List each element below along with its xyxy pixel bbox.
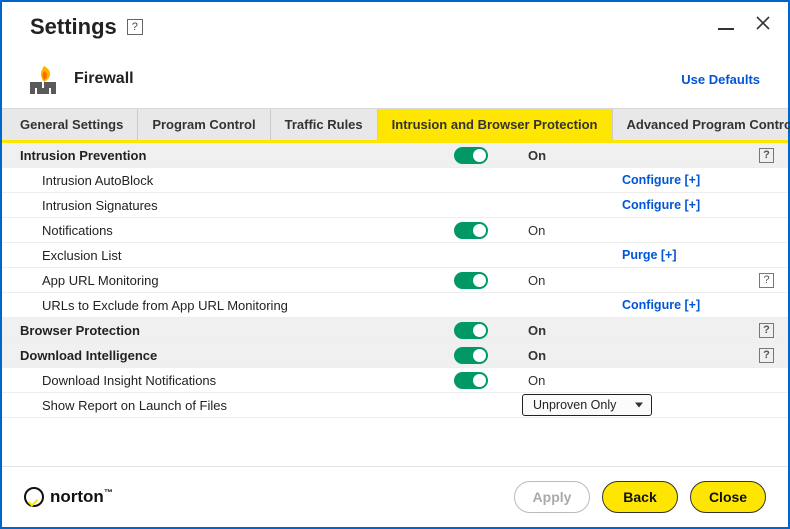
apply-button[interactable]: Apply — [514, 481, 590, 513]
close-button[interactable]: Close — [690, 481, 766, 513]
help-icon[interactable]: ? — [759, 273, 774, 288]
configure-link-signatures[interactable]: Configure [+] — [622, 198, 752, 212]
section-header: Firewall Use Defaults — [2, 46, 788, 108]
row-label: Intrusion Signatures — [2, 194, 442, 217]
help-icon[interactable]: ? — [759, 323, 774, 338]
settings-rows: Intrusion Prevention On ? Intrusion Auto… — [2, 143, 788, 466]
trademark-icon: ™ — [104, 487, 113, 497]
section-title: Firewall — [74, 70, 134, 88]
tab-general-settings[interactable]: General Settings — [2, 109, 138, 140]
row-label: Intrusion Prevention — [2, 144, 442, 167]
download-insight-notifications-toggle[interactable] — [454, 372, 488, 389]
toggle-state: On — [522, 148, 622, 163]
browser-protection-toggle[interactable] — [454, 322, 488, 339]
tab-traffic-rules[interactable]: Traffic Rules — [271, 109, 378, 140]
help-icon[interactable]: ? — [759, 148, 774, 163]
settings-window: Settings ? Firewall Use Defaults General… — [0, 0, 790, 529]
toggle-state: On — [522, 373, 622, 388]
title-help-icon[interactable]: ? — [127, 19, 143, 35]
show-report-dropdown[interactable]: Unproven Only — [522, 394, 652, 416]
row-browser-protection: Browser Protection On ? — [2, 318, 788, 343]
row-label: App URL Monitoring — [2, 269, 442, 292]
close-window-button[interactable] — [756, 16, 770, 35]
titlebar: Settings ? — [2, 2, 788, 46]
row-intrusion-signatures: Intrusion Signatures Configure [+] — [2, 193, 788, 218]
configure-link-autoblock[interactable]: Configure [+] — [622, 173, 752, 187]
row-show-report: Show Report on Launch of Files Unproven … — [2, 393, 788, 418]
configure-link-urls-exclude[interactable]: Configure [+] — [622, 298, 752, 312]
row-intrusion-prevention: Intrusion Prevention On ? — [2, 143, 788, 168]
row-label: Browser Protection — [2, 319, 442, 342]
app-url-monitoring-toggle[interactable] — [454, 272, 488, 289]
brand-logo: norton™ — [24, 487, 113, 507]
row-label: Download Intelligence — [2, 344, 442, 367]
dropdown-value: Unproven Only — [533, 398, 616, 412]
row-urls-exclude: URLs to Exclude from App URL Monitoring … — [2, 293, 788, 318]
toggle-state: On — [522, 273, 622, 288]
row-intrusion-autoblock: Intrusion AutoBlock Configure [+] — [2, 168, 788, 193]
tab-intrusion-browser-protection[interactable]: Intrusion and Browser Protection — [378, 109, 613, 140]
row-download-insight-notifications: Download Insight Notifications On — [2, 368, 788, 393]
row-label: Exclusion List — [2, 244, 442, 267]
row-download-intelligence: Download Intelligence On ? — [2, 343, 788, 368]
row-label: Intrusion AutoBlock — [2, 169, 442, 192]
toggle-state: On — [522, 348, 622, 363]
row-label: URLs to Exclude from App URL Monitoring — [2, 294, 442, 317]
tab-bar: General Settings Program Control Traffic… — [2, 108, 788, 143]
firewall-icon — [30, 64, 64, 94]
row-exclusion-list: Exclusion List Purge [+] — [2, 243, 788, 268]
footer-buttons: Apply Back Close — [514, 481, 766, 513]
toggle-state: On — [522, 323, 622, 338]
row-label: Notifications — [2, 219, 442, 242]
row-notifications: Notifications On — [2, 218, 788, 243]
tab-program-control[interactable]: Program Control — [138, 109, 270, 140]
help-icon[interactable]: ? — [759, 348, 774, 363]
notifications-toggle[interactable] — [454, 222, 488, 239]
row-app-url-monitoring: App URL Monitoring On ? — [2, 268, 788, 293]
row-label: Show Report on Launch of Files — [2, 394, 442, 417]
window-controls — [718, 16, 770, 35]
toggle-state: On — [522, 223, 622, 238]
use-defaults-link[interactable]: Use Defaults — [681, 72, 760, 87]
purge-link[interactable]: Purge [+] — [622, 248, 752, 262]
tab-advanced-program-control[interactable]: Advanced Program Control — [613, 109, 790, 140]
minimize-button[interactable] — [718, 22, 734, 30]
row-label: Download Insight Notifications — [2, 369, 442, 392]
download-intelligence-toggle[interactable] — [454, 347, 488, 364]
intrusion-prevention-toggle[interactable] — [454, 147, 488, 164]
brand-text: norton — [50, 487, 104, 506]
page-title: Settings — [30, 14, 117, 40]
brand-check-icon — [24, 487, 44, 507]
back-button[interactable]: Back — [602, 481, 678, 513]
footer: norton™ Apply Back Close — [2, 466, 788, 527]
